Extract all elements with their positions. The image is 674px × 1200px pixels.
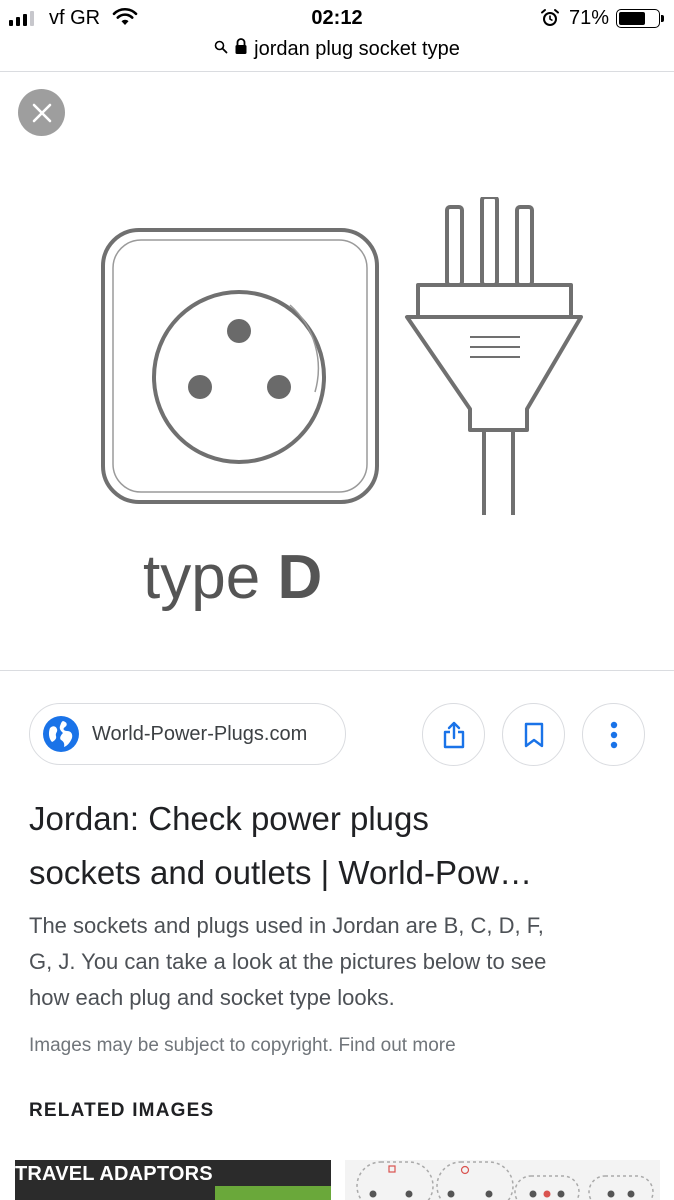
search-icon <box>214 40 228 59</box>
image-viewer[interactable]: type D <box>0 72 674 670</box>
bookmark-icon <box>524 722 543 747</box>
source-chip[interactable]: World-Power-Plugs.com <box>29 703 346 765</box>
snippet-line-2: G, J. You can take a look at the picture… <box>29 949 547 974</box>
share-icon <box>443 721 464 748</box>
title-line-2: sockets and outlets | World-Pow… <box>29 854 533 891</box>
more-vert-icon <box>610 721 617 748</box>
snippet-line-3: how each plug and socket type looks. <box>29 985 395 1010</box>
battery-fill <box>619 12 645 25</box>
illustration-caption: type D <box>143 542 322 613</box>
socket-diagram-thumbnail <box>356 1161 654 1200</box>
close-button[interactable] <box>18 89 65 136</box>
find-out-more-link[interactable]: Find out more <box>338 1035 455 1056</box>
socket-plug-illustration <box>101 197 583 515</box>
caption-prefix: type <box>143 543 261 612</box>
result-snippet: The sockets and plugs used in Jordan are… <box>29 908 649 1016</box>
viewer-divider <box>0 670 674 671</box>
url-bar[interactable]: jordan plug socket type <box>0 36 674 62</box>
close-icon <box>32 103 51 122</box>
lock-icon <box>234 38 248 60</box>
related-thumb-2[interactable] <box>345 1160 660 1200</box>
socket-illustration <box>101 228 379 504</box>
battery-percent: 71% <box>569 7 610 29</box>
url-text: jordan plug socket type <box>254 37 460 60</box>
snippet-line-1: The sockets and plugs used in Jordan are… <box>29 913 544 938</box>
result-title[interactable]: Jordan: Check power plugs sockets and ou… <box>29 792 649 900</box>
related-thumb-1[interactable]: TRAVEL ADAPTORS <box>15 1160 331 1200</box>
alarm-icon <box>540 8 560 33</box>
more-button[interactable] <box>582 703 645 766</box>
copyright-note: Images may be subject to copyright. Find… <box>29 1035 456 1057</box>
battery-icon <box>616 9 664 28</box>
status-bar: vf GR 02:12 71% <box>0 0 674 36</box>
copyright-text: Images may be subject to copyright. <box>29 1035 334 1056</box>
thumb-label: TRAVEL ADAPTORS <box>15 1163 213 1185</box>
plug-illustration <box>405 197 583 515</box>
save-button[interactable] <box>502 703 565 766</box>
globe-icon <box>43 716 79 752</box>
related-images-heading: RELATED IMAGES <box>29 1100 215 1121</box>
share-button[interactable] <box>422 703 485 766</box>
caption-letter: D <box>277 543 323 612</box>
title-line-1: Jordan: Check power plugs <box>29 800 429 837</box>
source-name: World-Power-Plugs.com <box>92 722 308 745</box>
